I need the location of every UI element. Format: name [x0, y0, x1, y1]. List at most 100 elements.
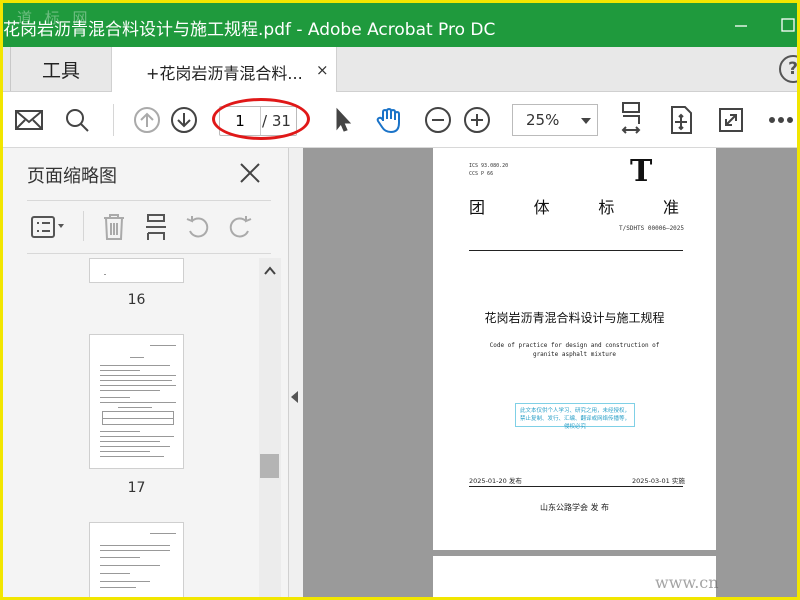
- hand-icon: [376, 107, 400, 134]
- ics-code: ICS 93.080.20: [469, 163, 509, 169]
- thumb-text-line: [100, 550, 170, 551]
- thumb-text-line: [100, 436, 174, 437]
- standard-char: 体: [533, 198, 550, 217]
- thumb-text-line: [100, 456, 164, 457]
- thumb-text-line: [100, 402, 176, 403]
- thumb-text-line: [100, 565, 160, 566]
- thumbnail-scrollbar[interactable]: [259, 258, 281, 597]
- next-page-button[interactable]: [168, 104, 200, 136]
- document-page-1: ICS 93.080.20 CCS P 66 T 团 体 标 准 T/SDHTS…: [433, 148, 716, 550]
- implement-date: 2025-03-01 实施: [632, 477, 685, 485]
- document-view[interactable]: ICS 93.080.20 CCS P 66 T 团 体 标 准 T/SDHTS…: [303, 148, 797, 597]
- thumb-text-line: [100, 573, 130, 574]
- hand-tool-button[interactable]: [373, 104, 405, 136]
- page-thumbnail-18[interactable]: [89, 522, 184, 597]
- red-highlight-circle: [212, 98, 310, 140]
- zoom-value: 25%: [526, 111, 560, 129]
- minimize-button[interactable]: [726, 11, 756, 39]
- tab-home[interactable]: [3, 47, 11, 91]
- close-panel-icon[interactable]: [237, 160, 263, 186]
- thumb-text-line: [100, 446, 170, 447]
- search-button[interactable]: [61, 104, 93, 136]
- thumbnail-options-button[interactable]: [27, 208, 71, 246]
- thumb-text-line: [150, 345, 176, 346]
- tab-document[interactable]: +花岗岩沥青混合料... ×: [111, 47, 337, 93]
- publish-date: 2025-01-20 发布: [469, 477, 522, 485]
- list-options-icon: [31, 216, 64, 238]
- standard-letter: T: [630, 154, 653, 189]
- select-tool-button[interactable]: [326, 104, 358, 136]
- tab-bar: 工具 +花岗岩沥青混合料... × ?: [3, 47, 797, 93]
- minus-circle-icon: [425, 107, 451, 133]
- standard-char: 准: [662, 198, 679, 217]
- thumb-text-line: [100, 587, 136, 588]
- arrow-down-circle-icon: [171, 107, 197, 133]
- thumb-text-line: [102, 418, 174, 419]
- thumb-text-line: [100, 385, 176, 386]
- zoom-in-button[interactable]: [461, 104, 493, 136]
- thumb-text-line: [100, 375, 176, 376]
- thumb-text-line: [100, 365, 170, 366]
- window-title: 花岗岩沥青混合料设计与施工规程.pdf - Adobe Acrobat Pro …: [3, 20, 496, 40]
- app-window: 道 标 网 花岗岩沥青混合料设计与施工规程.pdf - Adobe Acroba…: [0, 0, 800, 600]
- tab-close-button[interactable]: ×: [316, 61, 329, 79]
- thumb-text-line: [130, 357, 144, 358]
- toolbar: / 31 25%: [3, 92, 797, 148]
- panel-title: 页面缩略图: [27, 166, 117, 187]
- plus-circle-icon: [464, 107, 490, 133]
- publisher: 山东公路学会 发 布: [539, 503, 610, 512]
- previous-page-button[interactable]: [131, 104, 163, 136]
- panel-divider: [27, 200, 271, 201]
- standard-heading: 团 体 标 准: [469, 194, 679, 218]
- page-thumbnail-16[interactable]: [89, 258, 184, 283]
- help-button[interactable]: ?: [779, 55, 797, 83]
- title-en-line: granite asphalt mixture: [532, 351, 617, 358]
- page-transform-button[interactable]: [665, 104, 697, 136]
- thumb-text-line: [100, 431, 140, 432]
- zoom-select[interactable]: 25%: [512, 104, 598, 136]
- thumb-text-line: [100, 545, 170, 546]
- arrow-up-circle-icon: [134, 107, 160, 133]
- collapse-panel-arrow[interactable]: [291, 391, 298, 403]
- standard-char: 标: [598, 198, 615, 217]
- thumb-text-line: [100, 557, 140, 558]
- email-button[interactable]: [13, 104, 45, 136]
- fit-page-width-icon: [621, 102, 641, 134]
- scrollbar-thumb[interactable]: [260, 454, 279, 478]
- chevron-up-icon[interactable]: [263, 264, 277, 278]
- cursor-arrow-icon: [336, 107, 352, 132]
- rotate-right-button[interactable]: [221, 208, 259, 246]
- title-bar: 道 标 网 花岗岩沥青混合料设计与施工规程.pdf - Adobe Acroba…: [3, 3, 797, 47]
- thumb-text-line: [100, 370, 140, 371]
- fit-width-button[interactable]: [615, 100, 647, 140]
- page-thumbnails-panel: 页面缩略图 16 17: [3, 148, 289, 597]
- trash-icon: [104, 214, 124, 240]
- standard-char: 团: [469, 198, 486, 217]
- panel-divider-2: [27, 253, 271, 254]
- maximize-icon: [781, 18, 795, 32]
- thumb-text-line: [100, 390, 160, 391]
- thumb-text-line: [104, 274, 106, 275]
- thumb-text-line: [100, 441, 160, 442]
- more-tools-button[interactable]: [765, 104, 797, 136]
- minimize-icon: [735, 25, 747, 27]
- ccs-code: CCS P 66: [469, 171, 494, 177]
- tab-tools[interactable]: 工具: [11, 47, 111, 91]
- more-dots-icon: [769, 117, 793, 123]
- thumb-text-line: [100, 581, 150, 582]
- full-screen-button[interactable]: [715, 104, 747, 136]
- maximize-button[interactable]: [773, 11, 797, 39]
- rotate-ccw-icon: [186, 216, 209, 238]
- page-insert-icon: [146, 214, 166, 240]
- thumbnail-list: 16 17: [3, 258, 259, 597]
- zoom-out-button[interactable]: [422, 104, 454, 136]
- thumb-text-line: [118, 407, 152, 408]
- page-move-icon: [671, 106, 692, 134]
- page-thumbnail-17[interactable]: [89, 334, 184, 469]
- insert-page-button[interactable]: [137, 208, 175, 246]
- delete-page-button[interactable]: [95, 208, 133, 246]
- toolbar-separator: [113, 104, 114, 136]
- rotate-left-button[interactable]: [179, 208, 217, 246]
- thumb-text-line: [150, 533, 176, 534]
- cover-rule-bottom: [469, 486, 683, 487]
